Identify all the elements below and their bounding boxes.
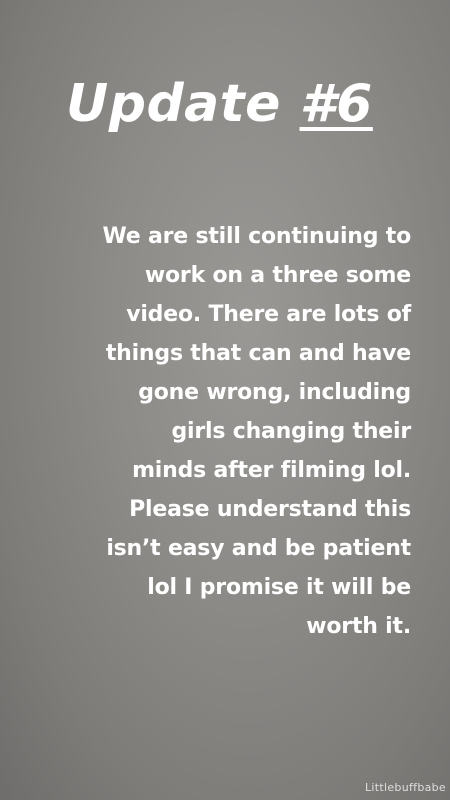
message-line: girls changing their: [171, 419, 412, 444]
message-line: worth it.: [306, 614, 411, 639]
message-line: gone wrong, including: [138, 380, 411, 405]
message-line: We are still continuing to: [102, 224, 412, 249]
story-title: Update #6: [66, 64, 373, 144]
message-line: Please understand this: [129, 497, 411, 522]
title-prefix: Update: [66, 74, 300, 134]
message-line: isn’t easy and be patient: [106, 536, 411, 561]
username-watermark: Littlebuffbabe: [364, 781, 446, 794]
message-line: video. There are lots of: [126, 302, 411, 327]
story-canvas[interactable]: Update #6 We are still continuing to wor…: [0, 0, 450, 800]
title-number: #6: [299, 74, 373, 134]
message-line: work on a three some: [144, 263, 411, 288]
message-line: things that can and have: [105, 341, 411, 366]
message-line: lol I promise it will be: [147, 575, 411, 600]
story-message: We are still continuing to work on a thr…: [51, 217, 412, 646]
message-line: minds after filming lol.: [132, 458, 411, 483]
